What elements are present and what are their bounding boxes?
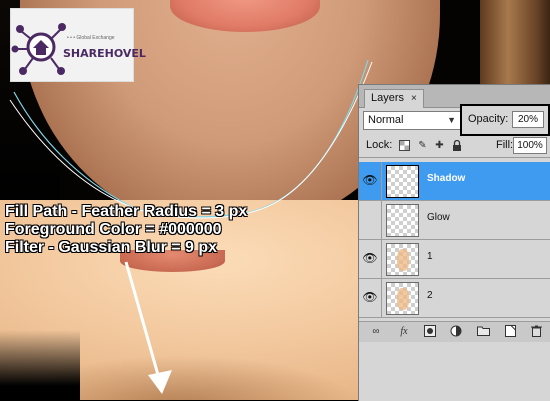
layer-thumbnail xyxy=(386,243,419,276)
thumb-content xyxy=(397,288,409,310)
mask-icon[interactable] xyxy=(423,325,437,339)
layer-thumbnail xyxy=(386,204,419,237)
divider xyxy=(381,240,382,278)
chevron-down-icon: ▼ xyxy=(447,115,456,125)
lock-transparent-icon[interactable] xyxy=(399,140,410,151)
eye-icon[interactable]: 👁 xyxy=(362,250,378,266)
blend-mode-value: Normal xyxy=(368,114,404,126)
layer-row-shadow[interactable]: 👁 Shadow xyxy=(359,162,550,201)
layers-list: 👁 Shadow Glow 👁 1 👁 2 xyxy=(359,162,550,318)
caption-line-blur: Filter - Gaussian Blur = 9 px xyxy=(5,239,218,256)
close-icon[interactable]: × xyxy=(411,90,417,107)
layers-panel: Layers × Normal ▼ Opacity: 20% Lock: ✎ ✚… xyxy=(358,84,550,401)
arrow-icon xyxy=(124,261,172,394)
layer-row-1[interactable]: 👁 1 xyxy=(359,240,550,279)
divider xyxy=(381,162,382,200)
lock-label: Lock: xyxy=(366,139,393,151)
layer-row-glow[interactable]: Glow xyxy=(359,201,550,240)
layer-row-2[interactable]: 👁 2 xyxy=(359,279,550,318)
feather-path xyxy=(9,61,373,219)
lock-image-icon[interactable]: ✎ xyxy=(417,140,428,151)
eye-icon[interactable]: 👁 xyxy=(362,289,378,305)
blend-mode-select[interactable]: Normal ▼ xyxy=(363,111,461,130)
opacity-highlight: Opacity: 20% xyxy=(460,104,550,136)
divider xyxy=(381,279,382,317)
fill-input[interactable]: 100% xyxy=(513,137,547,154)
layer-name: 1 xyxy=(427,251,433,262)
shadow-corner xyxy=(0,330,80,400)
caption-line-foreground: Foreground Color = #000000 xyxy=(5,221,222,238)
tab-layers[interactable]: Layers × xyxy=(364,89,424,108)
fx-icon[interactable]: fx xyxy=(397,325,411,339)
link-icon[interactable]: ∞ xyxy=(369,325,383,339)
house-network-icon xyxy=(11,23,66,75)
eye-toggle-empty[interactable] xyxy=(362,211,378,227)
layer-name: Glow xyxy=(427,212,450,223)
divider xyxy=(381,201,382,239)
selection-path xyxy=(13,59,369,218)
opacity-input[interactable]: 20% xyxy=(512,111,544,128)
new-layer-icon[interactable] xyxy=(503,325,517,339)
logo-text: SHAREHOVEL xyxy=(63,47,146,60)
layers-bottom-toolbar: ∞ fx xyxy=(359,321,550,342)
adjustment-icon[interactable] xyxy=(449,325,463,339)
eye-icon[interactable]: 👁 xyxy=(362,172,378,188)
opacity-label: Opacity: xyxy=(468,113,509,125)
lock-all-icon[interactable] xyxy=(451,139,462,151)
fill-label: Fill: xyxy=(496,139,514,151)
layer-thumbnail xyxy=(386,165,419,198)
lock-position-icon[interactable]: ✚ xyxy=(434,140,445,151)
lock-row: Lock: ✎ ✚ Fill: 100% xyxy=(359,135,550,158)
folder-icon[interactable] xyxy=(476,325,490,339)
layer-name: 2 xyxy=(427,290,433,301)
layer-thumbnail xyxy=(386,282,419,315)
site-logo: • • • Global Exchange SHAREHOVEL xyxy=(10,8,146,82)
trash-icon[interactable] xyxy=(529,325,543,339)
logo-tagline: • • • Global Exchange xyxy=(67,35,115,41)
instructions-caption: Fill Path - Feather Radius = 3 px Foregr… xyxy=(5,203,247,257)
layer-name: Shadow xyxy=(427,173,466,184)
tab-layers-label: Layers xyxy=(371,92,405,104)
caption-line-feather: Fill Path - Feather Radius = 3 px xyxy=(5,203,248,220)
thumb-content xyxy=(397,249,409,271)
